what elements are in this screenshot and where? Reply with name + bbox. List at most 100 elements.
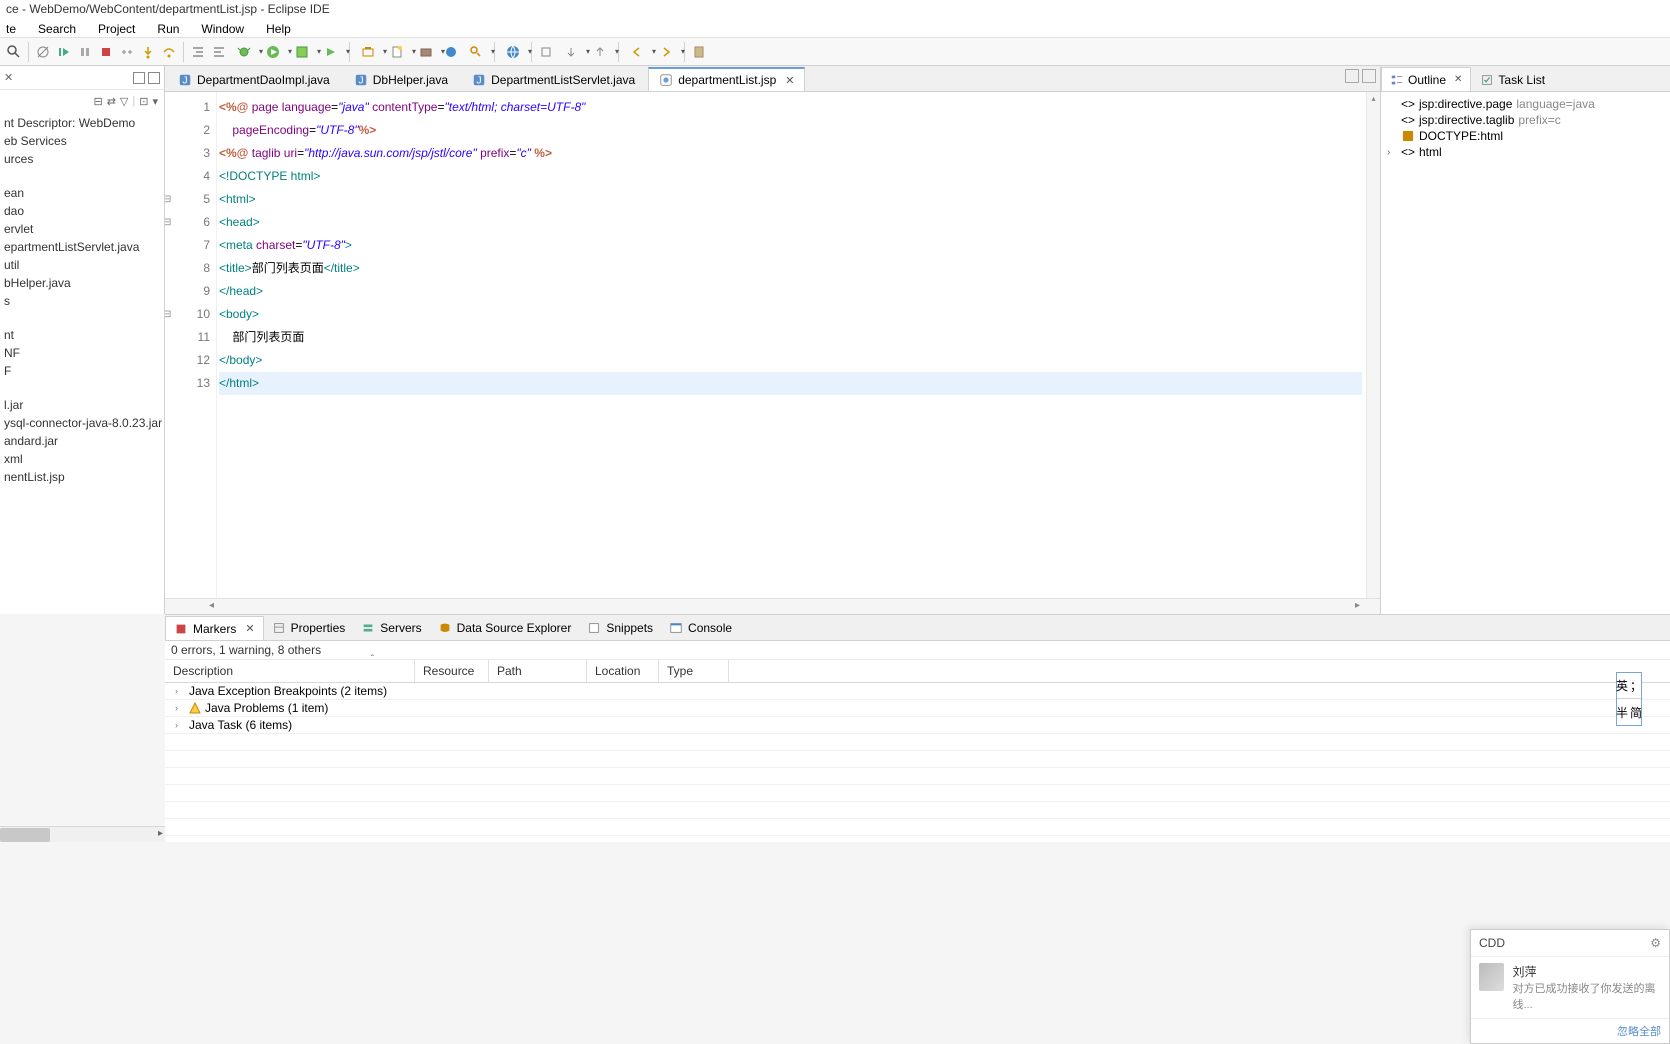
focus-icon[interactable]: ⊡ <box>139 95 148 108</box>
outline-item[interactable]: DOCTYPE:html <box>1387 128 1664 144</box>
close-icon[interactable]: ✕ <box>245 622 254 635</box>
overview-ruler[interactable]: ▴ <box>1366 92 1380 598</box>
menu-window[interactable]: Window <box>195 20 250 35</box>
table-row[interactable]: ›Java Task (6 items) <box>165 717 1670 734</box>
editor-tab[interactable]: J DepartmentDaoImpl.java <box>167 67 341 91</box>
line-gutter[interactable]: 12345⊟6⊟78910⊟111213 <box>175 92 217 598</box>
editor-tab[interactable]: J DepartmentListServlet.java <box>461 67 646 91</box>
expand-icon[interactable]: › <box>175 720 185 730</box>
run-dropdown-icon[interactable]: ▾ <box>259 42 287 62</box>
new-package-icon[interactable]: ▾ <box>412 42 440 62</box>
outline-item[interactable]: › <> html <box>1387 144 1664 160</box>
resume-icon[interactable] <box>54 42 74 62</box>
skip-breakpoints-icon[interactable] <box>33 42 53 62</box>
console-tab[interactable]: Console <box>661 616 740 640</box>
step-into-icon[interactable] <box>138 42 158 62</box>
pin-editor-icon[interactable] <box>689 42 709 62</box>
col-description[interactable]: Descriptionˆ <box>165 660 415 682</box>
servers-tab[interactable]: Servers <box>353 616 429 640</box>
disconnect-icon[interactable] <box>117 42 137 62</box>
tree-item[interactable]: ean <box>0 184 164 202</box>
collapse-all-icon[interactable]: ⊟ <box>93 95 102 108</box>
back-icon[interactable]: ▾ <box>623 42 651 62</box>
ime-indicator[interactable]: 英； 半简 <box>1616 672 1642 726</box>
close-tab-icon[interactable]: ✕ <box>785 74 794 87</box>
horizontal-scrollbar[interactable]: ◂ ▸ <box>165 598 1380 614</box>
editor-tab-active[interactable]: departmentList.jsp ✕ <box>648 67 805 91</box>
maximize-icon[interactable] <box>1362 69 1376 83</box>
suspend-icon[interactable] <box>75 42 95 62</box>
markers-tab[interactable]: Markers ✕ <box>165 616 264 640</box>
editor-tab[interactable]: J DbHelper.java <box>343 67 459 91</box>
ime-width-row[interactable]: 半简 <box>1617 699 1641 725</box>
menu-edit[interactable]: te <box>0 20 22 35</box>
new-server-icon[interactable]: ▾ <box>354 42 382 62</box>
expand-icon[interactable]: › <box>1387 147 1397 158</box>
indent-left-icon[interactable] <box>188 42 208 62</box>
link-editor-icon[interactable]: ⇄ <box>107 95 116 108</box>
ignore-all-link[interactable]: 忽略全部 <box>1471 1018 1669 1043</box>
tree-item[interactable]: ysql-connector-java-8.0.23.jar <box>0 414 164 432</box>
tree-item[interactable]: nentList.jsp <box>0 468 164 486</box>
menu-help[interactable]: Help <box>260 20 297 35</box>
table-row[interactable]: ›Java Problems (1 item) <box>165 700 1670 717</box>
outline-tree[interactable]: <> jsp:directive.page language=java <> j… <box>1381 92 1670 614</box>
code-editor[interactable]: 12345⊟6⊟78910⊟111213 <%@ page language="… <box>165 92 1380 598</box>
table-row[interactable]: ›Java Exception Breakpoints (2 items) <box>165 683 1670 700</box>
expand-icon[interactable]: › <box>175 686 185 696</box>
prev-annotation-icon[interactable]: ▾ <box>586 42 614 62</box>
tree-item[interactable]: nt <box>0 326 164 344</box>
tree-item[interactable]: eb Services <box>0 132 164 150</box>
tree-item[interactable]: ervlet <box>0 220 164 238</box>
outline-item[interactable]: <> jsp:directive.page language=java <box>1387 96 1664 112</box>
tree-item[interactable]: dao <box>0 202 164 220</box>
forward-icon[interactable]: ▾ <box>652 42 680 62</box>
tree-item[interactable]: NF <box>0 344 164 362</box>
col-resource[interactable]: Resource <box>415 660 489 682</box>
step-over-icon[interactable] <box>159 42 179 62</box>
close-icon[interactable]: ✕ <box>1454 74 1462 85</box>
expand-icon[interactable]: › <box>175 703 185 713</box>
maximize-icon[interactable] <box>148 72 160 84</box>
coverage-dropdown-icon[interactable]: ▾ <box>288 42 316 62</box>
tree-item[interactable]: nt Descriptor: WebDemo <box>0 114 164 132</box>
tree-item[interactable]: s <box>0 292 164 310</box>
minimize-icon[interactable] <box>133 72 145 84</box>
properties-tab[interactable]: Properties <box>264 616 354 640</box>
indent-right-icon[interactable] <box>209 42 229 62</box>
scrollbar-thumb[interactable] <box>0 828 50 842</box>
menu-search[interactable]: Search <box>32 20 82 35</box>
debug-dropdown-icon[interactable]: ▾ <box>230 42 258 62</box>
new-file-icon[interactable]: ▾ <box>383 42 411 62</box>
code-content[interactable]: <%@ page language="java" contentType="te… <box>217 92 1366 598</box>
col-path[interactable]: Path <box>489 660 587 682</box>
menu-run[interactable]: Run <box>151 20 185 35</box>
tree-item[interactable]: xml <box>0 450 164 468</box>
outline-tab[interactable]: Outline ✕ <box>1381 67 1471 91</box>
tree-item[interactable]: epartmentListServlet.java <box>0 238 164 256</box>
outline-item[interactable]: <> jsp:directive.taglib prefix=c <box>1387 112 1664 128</box>
zoom-icon[interactable] <box>4 42 24 62</box>
minimize-icon[interactable] <box>1345 69 1359 83</box>
snippets-tab[interactable]: Snippets <box>579 616 661 640</box>
close-icon[interactable]: ✕ <box>4 71 13 84</box>
terminate-icon[interactable] <box>96 42 116 62</box>
menu-project[interactable]: Project <box>92 20 141 35</box>
tasklist-tab[interactable]: Task List <box>1471 67 1554 91</box>
ime-lang-row[interactable]: 英； <box>1617 673 1641 699</box>
toggle-mark-icon[interactable] <box>536 42 556 62</box>
notification-body[interactable]: 刘萍 对方已成功接收了你发送的离线... <box>1471 957 1669 1018</box>
tree-item[interactable]: l.jar <box>0 396 164 414</box>
tree-item[interactable]: bHelper.java <box>0 274 164 292</box>
tree-item[interactable]: util <box>0 256 164 274</box>
col-location[interactable]: Location <box>587 660 659 682</box>
data-source-tab[interactable]: Data Source Explorer <box>430 616 580 640</box>
explorer-hscroll[interactable]: ▸ <box>0 826 165 842</box>
tree-item[interactable]: andard.jar <box>0 432 164 450</box>
open-type-icon[interactable] <box>441 42 461 62</box>
search-dropdown-icon[interactable]: ▾ <box>462 42 490 62</box>
filter-icon[interactable]: ▽ <box>120 95 128 108</box>
view-menu-icon[interactable]: ▾ <box>152 95 158 108</box>
next-annotation-icon[interactable]: ▾ <box>557 42 585 62</box>
col-type[interactable]: Type <box>659 660 729 682</box>
